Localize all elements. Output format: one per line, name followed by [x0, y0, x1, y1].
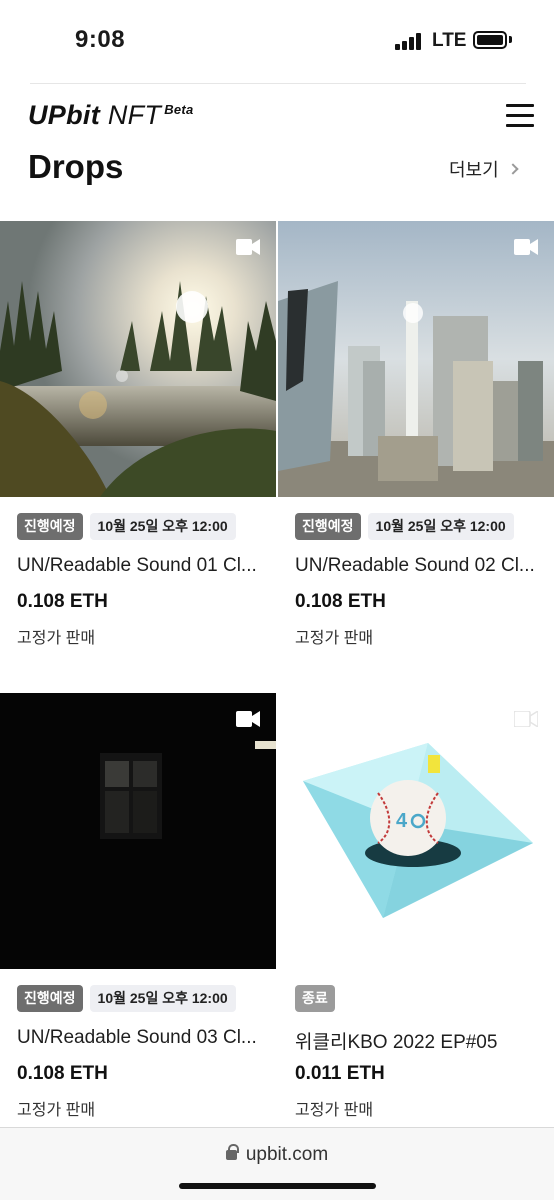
nft-title[interactable]: UN/Readable Sound 01 Cl...	[17, 555, 267, 577]
app-header: UPbit NFT Beta	[0, 92, 554, 140]
nft-thumbnail[interactable]	[278, 221, 554, 497]
nft-title[interactable]: UN/Readable Sound 03 Cl...	[17, 1027, 267, 1049]
more-link[interactable]: 더보기	[449, 156, 519, 182]
nft-price: 0.108 ETH	[17, 1063, 108, 1084]
logo-main: UPbit	[28, 100, 100, 130]
network-type: LTE	[432, 30, 467, 51]
date-badge: 10월 25일 오후 12:00	[367, 513, 514, 540]
browser-bottom-bar: upbit.com	[0, 1127, 554, 1200]
drop-card[interactable]: 진행예정 10월 25일 오후 12:00 UN/Readable Sound …	[0, 693, 276, 1119]
drop-card[interactable]: 진행예정 10월 25일 오후 12:00 UN/Readable Sound …	[278, 221, 554, 647]
battery-tip	[509, 36, 512, 43]
video-camera-icon	[236, 239, 260, 255]
sale-type: 고정가 판매	[295, 630, 374, 647]
drop-card[interactable]: 진행예정 10월 25일 오후 12:00 UN/Readable Sound …	[0, 221, 276, 647]
status-badge: 종료	[295, 985, 335, 1012]
battery-icon	[473, 31, 507, 49]
nft-title[interactable]: UN/Readable Sound 02 Cl...	[295, 555, 545, 577]
badge-group: 종료	[295, 985, 335, 1012]
video-camera-icon	[236, 711, 260, 727]
lock-icon	[225, 1144, 239, 1160]
nft-price: 0.108 ETH	[17, 591, 108, 612]
hamburger-menu-icon[interactable]	[506, 104, 534, 128]
logo-beta: Beta	[164, 102, 194, 117]
sale-type: 고정가 판매	[295, 1102, 374, 1119]
date-badge: 10월 25일 오후 12:00	[89, 513, 236, 540]
status-badge: 진행예정	[295, 513, 361, 540]
nft-price: 0.011 ETH	[295, 1063, 385, 1084]
more-label: 더보기	[449, 160, 499, 180]
video-camera-icon	[514, 239, 538, 255]
badge-group: 진행예정 10월 25일 오후 12:00	[17, 985, 236, 1012]
nft-price: 0.108 ETH	[295, 591, 386, 612]
upbit-nft-logo[interactable]: UPbit NFT Beta	[28, 100, 194, 131]
date-badge: 10월 25일 오후 12:00	[89, 985, 236, 1012]
drop-card[interactable]: 4 종료 위클리KBO 2022 EP#05 0.011 ETH 고정가 판매	[278, 693, 554, 1119]
badge-group: 진행예정 10월 25일 오후 12:00	[17, 513, 236, 540]
badge-group: 진행예정 10월 25일 오후 12:00	[295, 513, 514, 540]
status-badge: 진행예정	[17, 985, 83, 1012]
url-text: upbit.com	[245, 1144, 329, 1165]
sale-type: 고정가 판매	[17, 1102, 96, 1119]
logo-nft: NFT	[107, 100, 162, 130]
nft-title[interactable]: 위클리KBO 2022 EP#05	[295, 1027, 545, 1054]
nft-thumbnail[interactable]: 4	[278, 693, 554, 969]
status-time: 9:08	[75, 26, 126, 53]
nft-thumbnail[interactable]	[0, 693, 276, 969]
svg-text:4: 4	[396, 810, 408, 832]
nft-thumbnail[interactable]	[0, 221, 276, 497]
status-badge: 진행예정	[17, 513, 83, 540]
section-title: Drops	[28, 148, 124, 185]
sale-type: 고정가 판매	[17, 630, 96, 647]
chevron-right-icon	[507, 163, 519, 175]
video-camera-icon	[514, 711, 538, 727]
home-indicator[interactable]	[179, 1183, 376, 1189]
address-bar[interactable]: upbit.com	[0, 1144, 554, 1166]
status-bar: 9:08 LTE	[0, 0, 554, 82]
divider	[30, 83, 526, 84]
cellular-signal-icon	[395, 33, 423, 50]
